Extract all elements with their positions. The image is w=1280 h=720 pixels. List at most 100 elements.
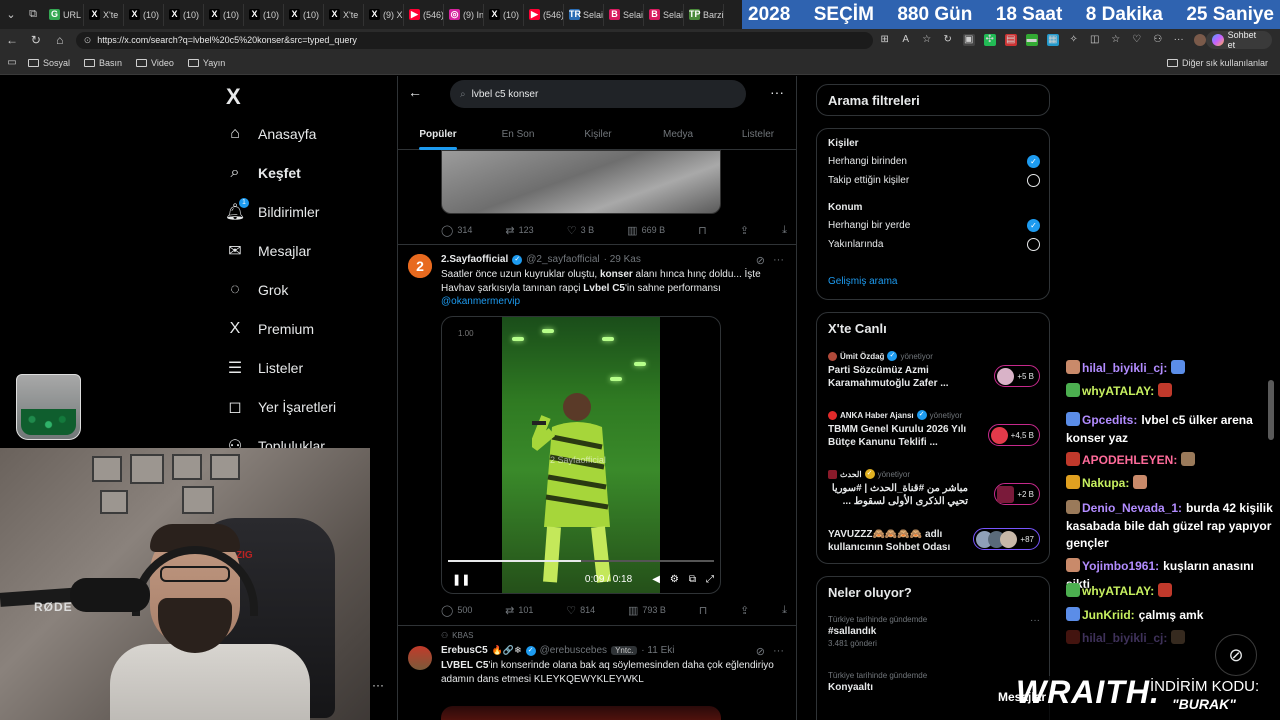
more-icon[interactable]: ···: [1173, 34, 1185, 46]
tab-lists[interactable]: Listeler: [718, 118, 796, 150]
chat-username[interactable]: Nakupa:: [1082, 476, 1129, 490]
filter-option-anywhere[interactable]: Herhangi bir yerde ✓: [828, 219, 1040, 232]
url-field[interactable]: ⊙ https://x.com/search?q=lvbel%20c5%20ko…: [75, 31, 873, 49]
chat-username[interactable]: Yojimbo1961:: [1082, 559, 1159, 573]
browser-tab[interactable]: X X'te: [84, 3, 124, 26]
filter-option-anyone[interactable]: Herhangi birinden ✓: [828, 155, 1040, 168]
chat-username[interactable]: whyATALAY:: [1082, 584, 1154, 598]
reload-icon[interactable]: ↻: [24, 29, 48, 51]
grid-icon[interactable]: ⊞: [879, 34, 891, 46]
bookmark-button[interactable]: ⊓: [698, 224, 707, 237]
repost-button[interactable]: ⇄ 123: [505, 224, 533, 237]
extension-icon[interactable]: ▤: [1004, 34, 1017, 46]
read-aloud-icon[interactable]: A: [900, 34, 912, 46]
tab-menu-icon[interactable]: ⌄: [0, 0, 22, 29]
browser-tab[interactable]: X (9) X: [364, 3, 404, 26]
download-button[interactable]: ⤓: [782, 604, 787, 617]
author-name[interactable]: ErebusC5: [441, 645, 488, 656]
nav-home[interactable]: ⌂ Anasayfa: [226, 121, 316, 147]
chat-username[interactable]: JunKriid:: [1082, 608, 1135, 622]
browser-tab[interactable]: B Selai: [644, 3, 684, 26]
page-scrollbar[interactable]: [1268, 380, 1274, 440]
tab-people[interactable]: Kişiler: [558, 118, 638, 150]
favorites-icon[interactable]: ☆: [1110, 34, 1122, 46]
author-handle[interactable]: @2_sayfaofficial: [526, 254, 599, 265]
tweet-media-thumbnail[interactable]: [441, 150, 721, 214]
live-item[interactable]: ANKA Haber Ajansı ✓ yönetiyor TBMM Genel K…: [828, 410, 1040, 449]
browser-tab[interactable]: X (10): [164, 3, 204, 26]
avatar[interactable]: [1193, 34, 1206, 46]
reload-ext-icon[interactable]: ↻: [942, 34, 954, 46]
like-button[interactable]: ♡ 814: [566, 604, 595, 617]
video-frame[interactable]: 2 Sayfaofficial: [502, 317, 660, 593]
compose-message-button[interactable]: ⊘: [1215, 634, 1257, 676]
x-logo-icon[interactable]: X: [226, 84, 241, 110]
nav-notifications[interactable]: 🔔︎ 1 Bildirimler: [225, 198, 319, 225]
more-options-icon[interactable]: ···: [770, 84, 784, 100]
like-button[interactable]: ♡ 3 B: [567, 224, 594, 237]
nav-bookmarks[interactable]: ◻ Yer İşaretleri: [226, 394, 336, 420]
tweet-time[interactable]: · 29 Kas: [604, 254, 641, 265]
browser-tab[interactable]: TR Selai: [564, 3, 604, 26]
browser-tab[interactable]: ▶ (546): [404, 3, 444, 26]
tab-actions-icon[interactable]: ⧉: [22, 0, 44, 29]
avatar[interactable]: 2: [408, 254, 432, 278]
nav-explore[interactable]: ⌕ Keşfet: [226, 160, 301, 186]
radio-checked-icon[interactable]: ✓: [1027, 155, 1040, 168]
reply-button[interactable]: ◯ 500: [441, 604, 472, 617]
nav-grok[interactable]: ◌ Grok: [226, 277, 288, 303]
bookmark-folder-yayin[interactable]: Yayın: [187, 58, 225, 68]
volume-icon[interactable]: ◀︎: [652, 574, 660, 585]
other-bookmarks[interactable]: Diğer sık kullanılanlar: [1166, 58, 1268, 68]
browser-tab[interactable]: X (10): [484, 3, 524, 26]
more-icon[interactable]: ···: [773, 254, 784, 267]
bookmark-folder-video[interactable]: Video: [136, 58, 174, 68]
tab-popular[interactable]: Popüler: [398, 118, 478, 150]
extensions-puzzle-icon[interactable]: ✧: [1068, 34, 1080, 46]
bookmark-folder-sosyal[interactable]: Sosyal: [28, 58, 70, 68]
nav-lists[interactable]: ☰ Listeler: [226, 355, 303, 381]
extension-icon[interactable]: ▬: [1025, 34, 1038, 46]
filter-option-following[interactable]: Takip ettiğin kişiler: [828, 174, 1040, 187]
profile-icon[interactable]: ⚇: [1152, 34, 1164, 46]
grok-explain-icon[interactable]: ⊘: [756, 254, 765, 267]
pip-icon[interactable]: ⧉: [689, 574, 696, 585]
browser-tab[interactable]: ▶ (546): [524, 3, 564, 26]
sidebar-toggle-icon[interactable]: ▭: [6, 57, 18, 69]
fullscreen-icon[interactable]: ⤢: [706, 574, 714, 585]
browser-tab[interactable]: X (10): [124, 3, 164, 26]
chat-username[interactable]: hilal_biyikli_cj:: [1082, 631, 1167, 645]
chat-username[interactable]: whyATALAY:: [1082, 384, 1154, 398]
browser-tab[interactable]: TP Barzi: [684, 3, 724, 26]
extension-icon[interactable]: ▦: [1046, 34, 1059, 46]
live-item[interactable]: YAVUZZZ🙈🙈🙈🙈 adlı kullanıcının Sohbet Oda…: [828, 528, 1040, 554]
share-button[interactable]: ⇪: [740, 604, 749, 617]
filter-option-nearby[interactable]: Yakınlarında: [828, 238, 1040, 251]
mention-link[interactable]: @okanmermervip: [441, 296, 520, 307]
site-info-icon[interactable]: ⊙: [84, 35, 92, 46]
grok-explain-icon[interactable]: ⊘: [756, 645, 765, 658]
chat-username[interactable]: Gpcedits:: [1082, 413, 1137, 427]
favorite-star-icon[interactable]: ☆: [921, 34, 933, 46]
radio-empty-icon[interactable]: [1027, 174, 1040, 187]
tab-latest[interactable]: En Son: [478, 118, 558, 150]
split-screen-icon[interactable]: ◫: [1089, 34, 1101, 46]
more-icon[interactable]: ···: [773, 645, 784, 658]
more-icon[interactable]: ···: [372, 678, 384, 692]
download-button[interactable]: ⤓: [782, 224, 787, 237]
chat-username[interactable]: Denio_Nevada_1:: [1082, 501, 1182, 515]
browser-tab[interactable]: X (10): [284, 3, 324, 26]
repost-button[interactable]: ⇄ 101: [505, 604, 533, 617]
browser-tab[interactable]: G URL: [44, 3, 84, 26]
author-handle[interactable]: @erebuscebes: [540, 645, 607, 656]
radio-checked-icon[interactable]: ✓: [1027, 219, 1040, 232]
video-player[interactable]: 1.00 2 Sayfaofficial ❚❚ 0:09 / 0:18 ◀︎ ⚙…: [441, 316, 721, 594]
bookmark-folder-basin[interactable]: Basın: [84, 58, 122, 68]
settings-gear-icon[interactable]: ⚙: [670, 574, 679, 585]
collections-icon[interactable]: ♡: [1131, 34, 1143, 46]
nav-messages[interactable]: ✉ Mesajlar: [226, 238, 311, 264]
chat-username[interactable]: hilal_biyikli_cj:: [1082, 361, 1167, 375]
radio-empty-icon[interactable]: [1027, 238, 1040, 251]
tweet-time[interactable]: · 11 Eki: [641, 645, 674, 656]
advanced-search-link[interactable]: Gelişmiş arama: [828, 276, 897, 287]
